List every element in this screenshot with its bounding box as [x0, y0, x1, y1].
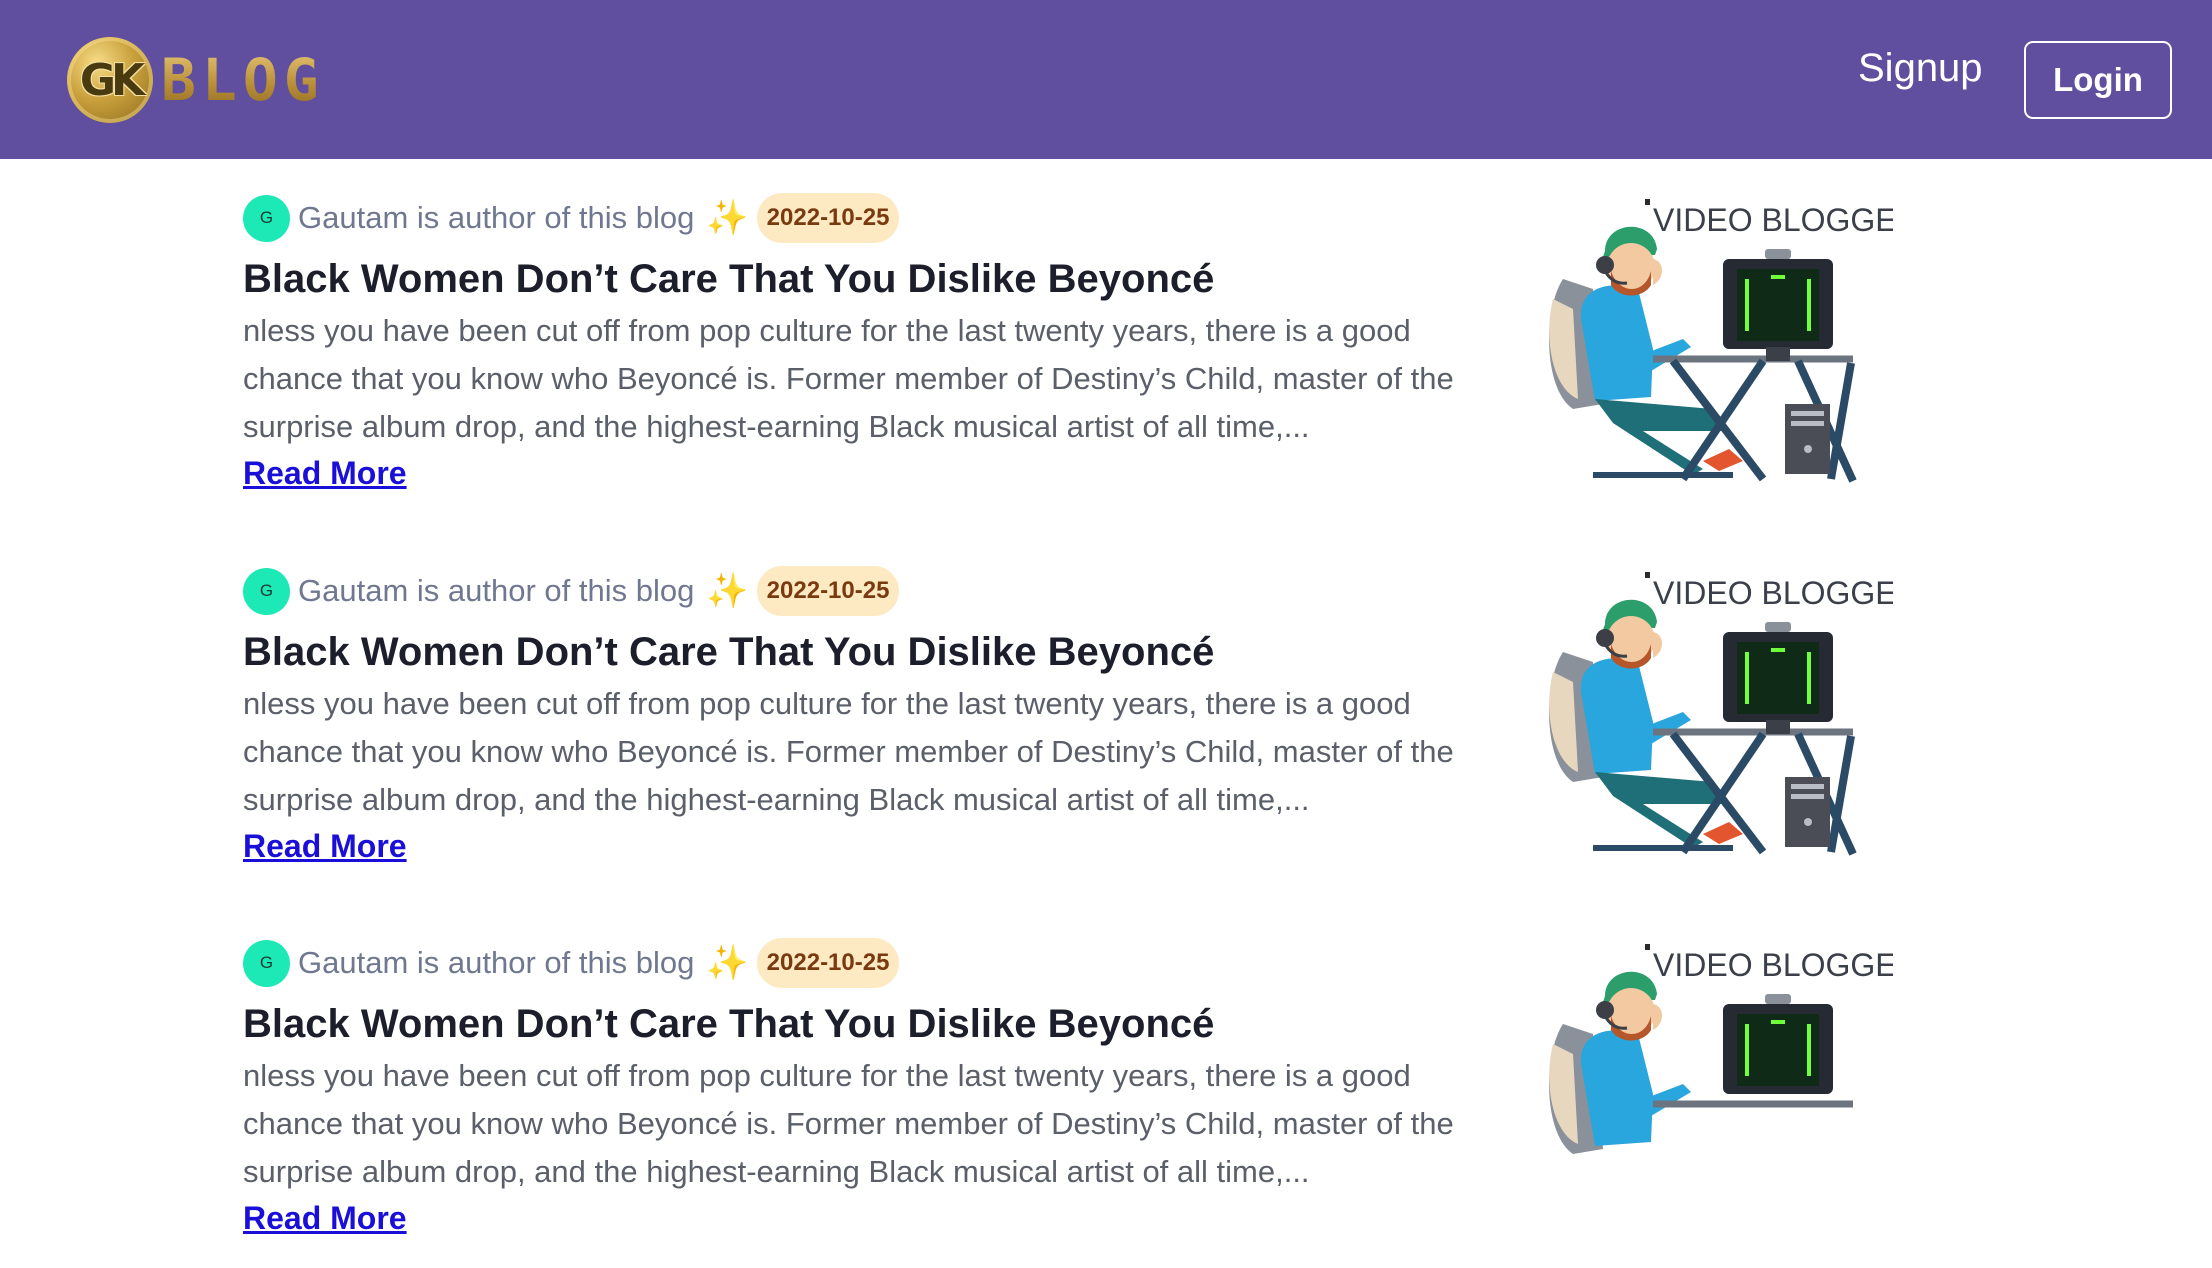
read-more-link[interactable]: Read More — [243, 455, 407, 492]
sparkles-icon: ✨ — [706, 943, 749, 983]
author-text: Gautam is author of this blog — [298, 945, 695, 980]
thumb-caption: VIDEO BLOGGER — [1653, 575, 1893, 611]
author-avatar: G — [243, 939, 290, 987]
video-blogger-illustration: VIDEO BLOGGER — [1549, 572, 1893, 856]
post-meta: G Gautam is author of this blog ✨ 2022-1… — [243, 938, 900, 988]
thumb-caption: VIDEO BLOGGER — [1653, 202, 1893, 238]
blog-post-card: G Gautam is author of this blog ✨ 2022-1… — [243, 193, 1943, 523]
read-more-link[interactable]: Read More — [243, 1200, 407, 1237]
site-logo[interactable]: GK BLOG — [67, 34, 325, 126]
author-text: Gautam is author of this blog — [298, 573, 695, 608]
author-avatar: G — [243, 567, 290, 615]
logo-badge-text: GK — [79, 54, 145, 106]
post-title: Black Women Don’t Care That You Dislike … — [243, 257, 1215, 301]
sparkles-icon: ✨ — [706, 198, 749, 238]
sparkles-icon: ✨ — [706, 571, 749, 611]
video-blogger-illustration: VIDEO BLOGGER — [1549, 199, 1893, 483]
video-blogger-illustration: VIDEO BLOGGER — [1549, 944, 1893, 1154]
post-excerpt: nless you have been cut off from pop cul… — [243, 686, 1454, 817]
blog-post-card: G Gautam is author of this blog ✨ 2022-1… — [243, 938, 1943, 1268]
post-meta: G Gautam is author of this blog ✨ 2022-1… — [243, 193, 900, 243]
date-badge: 2022-10-25 — [756, 566, 900, 616]
post-title: Black Women Don’t Care That You Dislike … — [243, 1002, 1215, 1046]
post-meta: G Gautam is author of this blog ✨ 2022-1… — [243, 566, 900, 616]
signup-link[interactable]: Signup — [1858, 46, 1983, 91]
thumb-caption: VIDEO BLOGGER — [1653, 947, 1893, 983]
date-badge: 2022-10-25 — [756, 938, 900, 988]
author-avatar: G — [243, 194, 290, 242]
post-excerpt: nless you have been cut off from pop cul… — [243, 1058, 1454, 1189]
read-more-link[interactable]: Read More — [243, 828, 407, 865]
login-button[interactable]: Login — [2024, 41, 2172, 119]
logo-text: BLOG — [161, 46, 325, 114]
author-text: Gautam is author of this blog — [298, 200, 695, 235]
blog-post-card: G Gautam is author of this blog ✨ 2022-1… — [243, 566, 1943, 896]
post-excerpt: nless you have been cut off from pop cul… — [243, 313, 1454, 444]
date-badge: 2022-10-25 — [756, 193, 900, 243]
logo-badge-icon: GK — [67, 37, 153, 123]
navbar: GK BLOG Signup Login — [0, 0, 2212, 159]
post-title: Black Women Don’t Care That You Dislike … — [243, 630, 1215, 674]
